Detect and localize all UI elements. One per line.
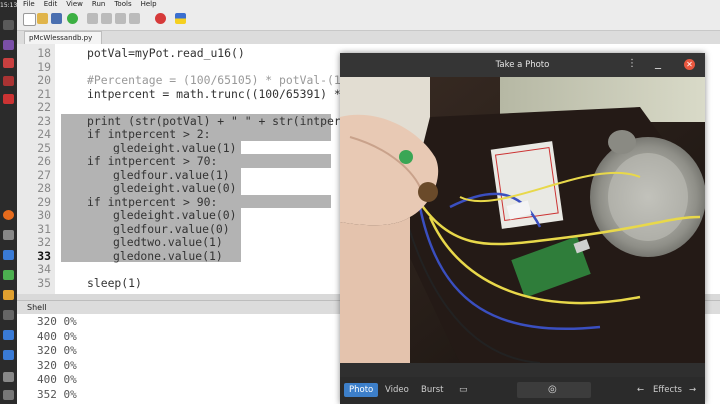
menu-file[interactable]: File [23,0,35,8]
menu-help[interactable]: Help [141,0,157,8]
code-text: gledeight.value(0) [113,181,237,195]
shell-output-line: 320 0% [37,344,77,357]
code-text: gledfour.value(0) [113,221,230,236]
menu-bar: File Edit View Run Tools Help [17,0,720,8]
line-number: 33 [37,248,51,263]
line-number: 29 [37,194,51,209]
line-number: 30 [37,208,51,222]
clock: 15:13 [0,2,18,9]
app-icon[interactable] [3,372,14,382]
stop-icon[interactable] [155,13,166,24]
save-icon[interactable] [51,13,62,24]
run-icon[interactable] [67,13,78,24]
camera-viewfinder [340,77,705,363]
shell-output-line: 400 0% [37,329,77,343]
code-text: gledtwo.value(1) [113,235,223,249]
line-number: 27 [37,167,51,182]
app-icon[interactable] [3,310,14,320]
terminal-icon[interactable] [3,20,14,30]
camera-controls: Photo Video Burst ▭ ◎ ← Effects → [340,377,705,404]
new-file-icon[interactable] [23,13,36,26]
files-icon[interactable] [3,230,14,240]
camera-app-icon[interactable] [3,350,14,360]
video-mode-button[interactable]: Video [380,383,414,397]
burst-mode-button[interactable]: Burst [416,383,448,397]
line-number: 23 [37,113,51,128]
line-number: 24 [37,127,51,141]
step-into-icon[interactable] [115,13,126,24]
code-text: print (str(potVal) + " " + str(intper [87,113,341,128]
camera-titlebar: Take a Photo ⋮ _ ✕ [340,53,705,77]
code-text: gledone.value(1) [113,248,223,263]
code-text: intpercent = math.trunc((100/65391) * [87,86,341,101]
app-icon[interactable] [3,76,14,86]
code-text: sleep(1) [87,275,142,290]
minimize-icon[interactable]: _ [655,55,661,69]
line-number: 21 [37,86,51,101]
shutter-icon: ◎ [548,384,557,395]
shell-output-line: 320 0% [37,358,77,372]
camera-icon[interactable]: ▭ [454,383,473,397]
app-icon[interactable] [3,290,14,300]
editor-tab-bar: pMcWlessandb.py [17,31,720,44]
step-over-icon[interactable] [101,13,112,24]
app-icon[interactable] [3,58,14,68]
line-number: 28 [37,181,51,195]
menu-run[interactable]: Run [92,0,105,8]
line-number: 20 [37,73,51,87]
photo-mode-button[interactable]: Photo [344,383,379,397]
line-number: 26 [37,154,51,168]
effects-back-arrow-icon[interactable]: ← [632,383,649,397]
app-icon[interactable] [3,94,14,104]
app-icon[interactable] [3,40,14,50]
code-text: if intpercent > 90: [87,194,218,209]
line-number: 32 [37,235,51,249]
code-text: gledfour.value(1) [113,167,230,182]
menu-tools[interactable]: Tools [114,0,131,8]
firefox-icon[interactable] [3,210,14,220]
debug-icon[interactable] [87,13,98,24]
toolbar [17,8,720,31]
editor-tab[interactable]: pMcWlessandb.py [24,31,102,44]
shell-output-line: 352 0% [37,387,77,401]
shell-tab[interactable]: Shell [27,303,47,312]
code-text: gledeight.value(1) [113,140,237,155]
flag-icon[interactable] [175,13,186,24]
line-number: 18 [37,46,51,60]
camera-window-title: Take a Photo [495,60,550,70]
close-icon[interactable]: ✕ [684,59,695,70]
step-out-icon[interactable] [129,13,140,24]
line-number: 25 [37,140,51,155]
shell-output-line: 320 0% [37,315,77,328]
code-text: gledeight.value(0) [113,208,237,222]
code-text: #Percentage = (100/65105) * potVal-(10 [87,73,348,87]
app-icon[interactable] [3,270,14,280]
application-dock: 15:13 [0,0,17,404]
app-icon[interactable] [3,330,14,340]
camera-window: Take a Photo ⋮ _ ✕ Photo Video Burst ▭ ◎… [340,53,705,404]
camera-preview-image [340,77,705,363]
effects-button[interactable]: Effects [648,383,687,397]
menu-edit[interactable]: Edit [44,0,58,8]
app-icon[interactable] [3,390,14,400]
open-folder-icon[interactable] [37,13,48,24]
menu-icon[interactable]: ⋮ [627,58,637,69]
shell-output-line: 400 0% [37,373,77,386]
line-number: 19 [37,59,51,74]
menu-view[interactable]: View [66,0,83,8]
line-number: 35 [37,275,51,290]
line-number: 31 [37,221,51,236]
code-text: if intpercent > 2: [87,127,211,141]
app-icon[interactable] [3,250,14,260]
line-number: 34 [37,262,51,276]
code-text: potVal=myPot.read_u16() [87,46,245,60]
effects-forward-arrow-icon[interactable]: → [684,383,701,397]
code-text: if intpercent > 70: [87,154,218,168]
line-number: 22 [37,100,51,114]
take-photo-button[interactable]: ◎ [517,382,591,398]
